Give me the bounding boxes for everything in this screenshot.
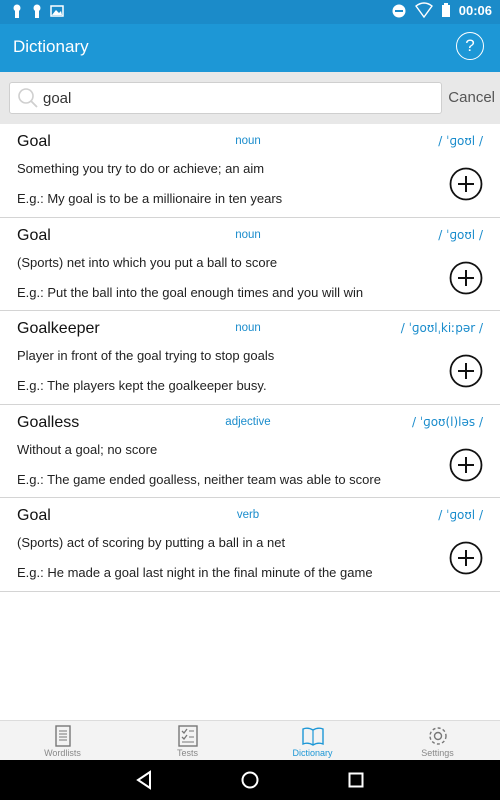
app-bar: Dictionary ? <box>0 24 500 72</box>
lock-icon <box>33 4 41 18</box>
entry-pronunciation: / ˈɡoʊl / <box>438 134 483 148</box>
status-bar: 00:06 <box>0 0 500 24</box>
entry-pronunciation: / ˈɡoʊlˌkiːpər / <box>400 321 483 336</box>
entry-part-of-speech: noun <box>235 228 261 241</box>
image-icon <box>50 5 64 17</box>
entry-definition: Something you try to do or achieve; an a… <box>17 161 265 176</box>
page-title: Dictionary <box>13 37 89 56</box>
add-icon[interactable] <box>449 167 483 201</box>
notebook-icon <box>54 725 71 747</box>
recents-icon[interactable] <box>345 769 367 791</box>
entry-pronunciation: / ˈɡoʊ(l)ləs / <box>411 414 483 429</box>
entry-word: Goal <box>17 226 51 244</box>
tab-label: Wordlists <box>44 748 81 758</box>
cancel-button[interactable]: Cancel <box>448 89 495 106</box>
entry-word: Goal <box>17 133 51 150</box>
add-icon[interactable] <box>449 354 483 388</box>
tab-label: Dictionary <box>292 748 333 758</box>
entry-part-of-speech: noun <box>235 322 261 335</box>
entry-word: Goalkeeper <box>17 320 100 338</box>
entry-definition: (Sports) net into which you put a ball t… <box>17 254 278 270</box>
tab-dictionary[interactable]: Dictionary <box>250 721 375 760</box>
add-icon[interactable] <box>449 448 483 482</box>
entry-definition: (Sports) act of scoring by putting a bal… <box>17 535 286 551</box>
entry-pronunciation: / ˈɡoʊl / <box>438 227 483 242</box>
entry-example: E.g.: He made a goal last night in the f… <box>17 565 373 581</box>
home-icon[interactable] <box>239 769 261 791</box>
list-item[interactable]: Goalkeeper noun / ˈɡoʊlˌkiːpər / Player … <box>0 311 500 405</box>
entry-example: E.g.: Put the ball into the goal enough … <box>17 284 364 300</box>
clock: 00:06 <box>458 2 492 18</box>
entry-pronunciation: / ˈɡoʊl / <box>438 508 483 523</box>
entry-part-of-speech: adjective <box>225 415 271 428</box>
tab-label: Tests <box>176 748 198 758</box>
system-navigation-bar <box>0 760 500 800</box>
entry-word: Goalless <box>17 413 80 431</box>
entry-definition: Without a goal; no score <box>17 441 158 457</box>
entry-example: E.g.: My goal is to be a millionaire in … <box>17 191 283 206</box>
list-item[interactable]: Goalless adjective / ˈɡoʊ(l)ləs / Withou… <box>0 405 500 499</box>
add-icon[interactable] <box>449 541 483 575</box>
list-item[interactable]: Goal noun / ˈɡoʊl / Something you try to… <box>0 124 500 218</box>
search-bar: Cancel <box>0 72 500 124</box>
bottom-nav: Wordlists Tests Dictionary Settings <box>0 720 500 760</box>
checklist-icon <box>177 725 198 747</box>
search-box[interactable] <box>9 82 442 114</box>
results-list: Goal noun / ˈɡoʊl / Something you try to… <box>0 124 500 592</box>
battery-icon <box>441 3 450 17</box>
tab-wordlists[interactable]: Wordlists <box>0 721 125 760</box>
tab-tests[interactable]: Tests <box>125 721 250 760</box>
tab-settings[interactable]: Settings <box>375 721 500 760</box>
gear-icon <box>428 727 447 745</box>
entry-word: Goal <box>17 507 51 525</box>
do-not-disturb-icon <box>392 4 406 18</box>
back-icon[interactable] <box>133 769 155 791</box>
wifi-icon <box>414 2 433 18</box>
tab-label: Settings <box>421 748 454 758</box>
entry-definition: Player in front of the goal trying to st… <box>17 348 275 364</box>
entry-example: E.g.: The players kept the goalkeeper bu… <box>17 378 267 394</box>
lock-icon <box>13 4 21 18</box>
search-icon <box>18 88 38 108</box>
search-input[interactable] <box>43 87 433 109</box>
list-item[interactable]: Goal verb / ˈɡoʊl / (Sports) act of scor… <box>0 498 500 592</box>
list-item[interactable]: Goal noun / ˈɡoʊl / (Sports) net into wh… <box>0 218 500 312</box>
notification-icons <box>10 3 64 19</box>
entry-part-of-speech: noun <box>235 135 261 147</box>
book-icon <box>301 727 324 746</box>
add-icon[interactable] <box>449 261 483 295</box>
help-button[interactable]: ? <box>456 32 484 60</box>
entry-part-of-speech: verb <box>236 509 260 522</box>
entry-example: E.g.: The game ended goalless, neither t… <box>17 471 381 487</box>
